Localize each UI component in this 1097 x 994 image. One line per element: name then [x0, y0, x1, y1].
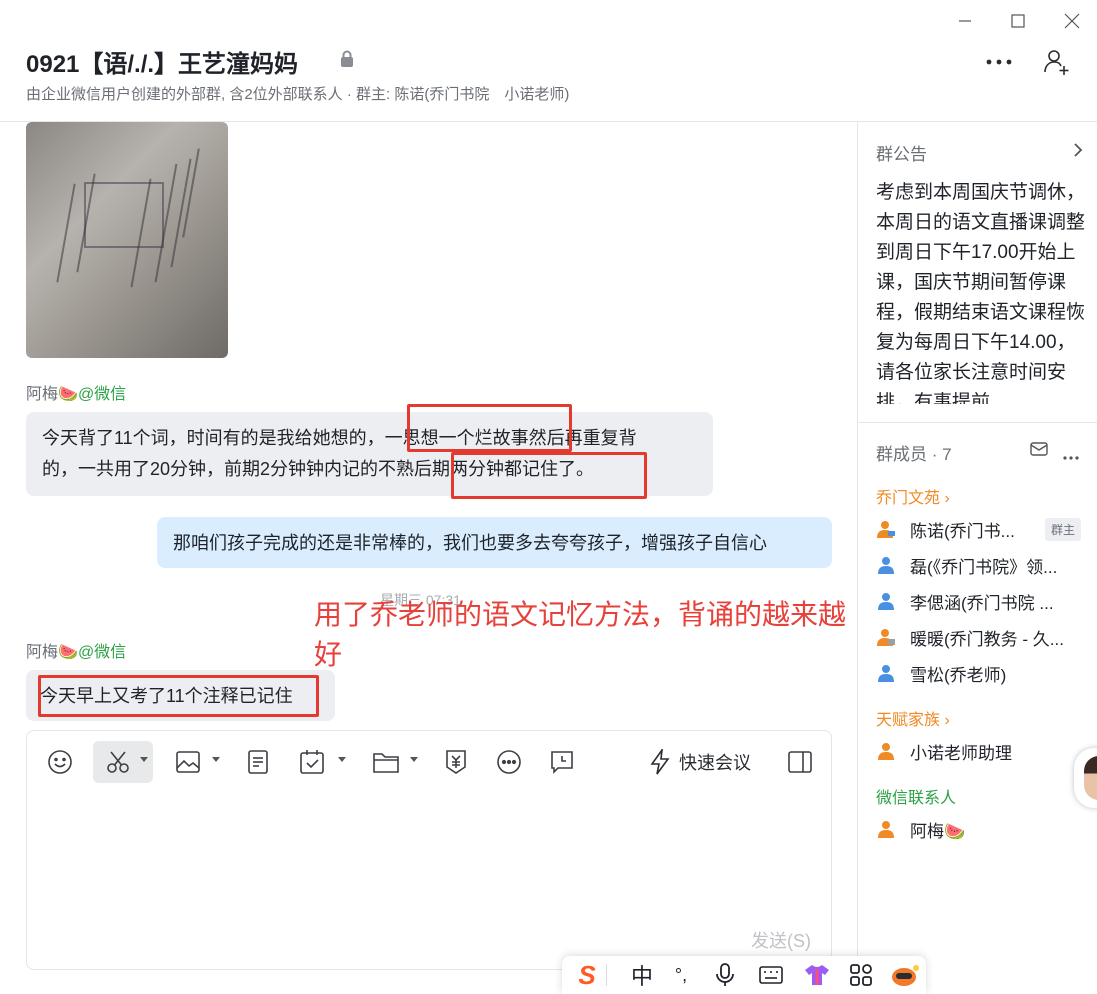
- member-item[interactable]: 小诺老师助理: [876, 738, 1086, 764]
- member-name: 雪松(乔老师): [910, 665, 1007, 685]
- owner-badge: 群主: [1044, 518, 1081, 541]
- member-item[interactable]: 李偲涵(乔门书院 ...: [876, 588, 1086, 614]
- members-title: 群成员 · 7: [876, 445, 952, 464]
- quick-meeting-button[interactable]: 快速会议: [649, 749, 751, 775]
- skin-shirt-icon[interactable]: [802, 960, 832, 990]
- divider: [858, 422, 1097, 423]
- screenshot-scissors-icon[interactable]: [93, 741, 153, 783]
- wechat-tag: @微信: [77, 386, 127, 403]
- more-icon[interactable]: [1062, 448, 1080, 466]
- ime-language-toggle[interactable]: 中: [624, 960, 660, 990]
- microphone-icon[interactable]: [710, 960, 740, 990]
- person-icon: [878, 557, 894, 574]
- sender-name: 阿梅🍉: [26, 644, 78, 661]
- group-subtitle: 由企业微信用户创建的外部群, 含2位外部联系人 · 群主: 陈诺(乔门书院 小诺…: [26, 86, 570, 103]
- message-sender: 阿梅🍉@微信: [26, 380, 126, 404]
- apps-grid-icon[interactable]: [846, 960, 876, 990]
- ime-logo[interactable]: S: [572, 960, 602, 990]
- chat-window: 0921【语/./.】王艺潼妈妈 由企业微信用户创建的外部群, 含2位外部联系人…: [0, 0, 1097, 994]
- image-icon[interactable]: [171, 741, 205, 783]
- message-text: 那咱们孩子完成的还是非常棒的，我们也要多去夸夸孩子，增强孩子自信心: [173, 533, 767, 553]
- red-packet-icon[interactable]: [439, 741, 473, 783]
- message-sender: 阿梅🍉@微信: [26, 638, 126, 662]
- mail-icon[interactable]: [1030, 442, 1048, 463]
- image-message[interactable]: [26, 122, 228, 358]
- side-panel-toggle-icon[interactable]: [783, 741, 817, 783]
- member-name: 李偲涵(乔门书院 ...: [910, 593, 1054, 613]
- message-bubble-self[interactable]: 那咱们孩子完成的还是非常棒的，我们也要多去夸夸孩子，增强孩子自信心: [157, 517, 832, 568]
- highlight-box: [407, 404, 572, 452]
- chevron-down-icon[interactable]: [140, 757, 148, 762]
- ime-toolbar: S 中 °,: [562, 956, 926, 994]
- person-icon: [878, 821, 894, 838]
- annotation-text: 用了乔老师的语文记忆方法，背诵的越来越好: [314, 599, 847, 670]
- keyboard-icon[interactable]: [756, 960, 786, 990]
- person-icon: [878, 593, 894, 610]
- history-bubble-icon[interactable]: [545, 741, 579, 783]
- member-item[interactable]: 雪松(乔老师): [876, 660, 1086, 686]
- chevron-down-icon[interactable]: [212, 757, 220, 762]
- member-name: 暖暖(乔门教务 - 久...: [910, 629, 1064, 649]
- group-name: 天赋家族: [876, 712, 941, 729]
- member-name: 磊(《乔门书院》领...: [910, 557, 1058, 577]
- message-text-line: 今天背了11个词，时间有的是我给她想的，一思想一个烂故事然后再重复背: [42, 428, 637, 448]
- member-group-label[interactable]: 天赋家族 ›: [876, 706, 950, 730]
- emoji-icon[interactable]: [41, 741, 79, 783]
- member-name: 小诺老师助理: [910, 743, 1012, 763]
- chevron-right-icon[interactable]: [1073, 142, 1083, 163]
- group-info-panel: 群公告 考虑到本周国庆节调休，本周日的语文直播课调整到周日下午17.00开始上课…: [857, 122, 1097, 994]
- lock-icon: [340, 50, 354, 73]
- message-list[interactable]: 阿梅🍉@微信 今天背了11个词，时间有的是我给她想的，一思想一个烂故事然后再重复…: [0, 122, 856, 728]
- folder-icon[interactable]: [369, 741, 403, 783]
- wechat-tag: @微信: [77, 644, 127, 661]
- member-item[interactable]: 阿梅🍉: [876, 816, 1086, 842]
- message-composer[interactable]: 快速会议 发送(S): [26, 730, 832, 970]
- highlight-box: [38, 675, 319, 717]
- notice-title: 群公告: [876, 145, 927, 164]
- highlight-box: [451, 452, 647, 499]
- group-title: 0921【语/./.】王艺潼妈妈: [26, 51, 299, 78]
- ime-punctuation-toggle[interactable]: °,: [666, 960, 696, 990]
- member-item[interactable]: 暖暖(乔门教务 - 久...: [876, 624, 1086, 650]
- calendar-check-icon[interactable]: [295, 741, 329, 783]
- more-circle-icon[interactable]: [492, 741, 526, 783]
- lightning-icon: [650, 749, 670, 775]
- notice-content[interactable]: 考虑到本周国庆节调休，本周日的语文直播课调整到周日下午17.00开始上课，国庆节…: [876, 178, 1088, 404]
- chevron-down-icon[interactable]: [410, 757, 418, 762]
- more-options-button[interactable]: [982, 45, 1016, 79]
- group-name: 乔门文苑: [876, 490, 941, 507]
- person-icon: [878, 665, 894, 682]
- chat-header: 0921【语/./.】王艺潼妈妈 由企业微信用户创建的外部群, 含2位外部联系人…: [0, 0, 1097, 122]
- person-icon: [877, 521, 895, 538]
- add-member-button[interactable]: [1040, 45, 1074, 79]
- member-name: 陈诺(乔门书...: [910, 521, 1015, 541]
- quick-meeting-label: 快速会议: [679, 753, 751, 773]
- member-item[interactable]: 磊(《乔门书院》领...: [876, 552, 1086, 578]
- member-group-label[interactable]: 微信联系人: [876, 784, 956, 808]
- member-name: 阿梅🍉: [910, 821, 966, 841]
- member-group-label[interactable]: 乔门文苑 ›: [876, 484, 950, 508]
- sender-name: 阿梅🍉: [26, 386, 78, 403]
- chevron-down-icon[interactable]: [338, 757, 346, 762]
- floating-avatar[interactable]: [1074, 748, 1097, 808]
- send-button[interactable]: 发送(S): [751, 927, 811, 953]
- document-icon[interactable]: [241, 741, 275, 783]
- person-icon: [878, 743, 894, 760]
- mascot-icon[interactable]: [888, 960, 922, 990]
- person-icon: [877, 629, 895, 646]
